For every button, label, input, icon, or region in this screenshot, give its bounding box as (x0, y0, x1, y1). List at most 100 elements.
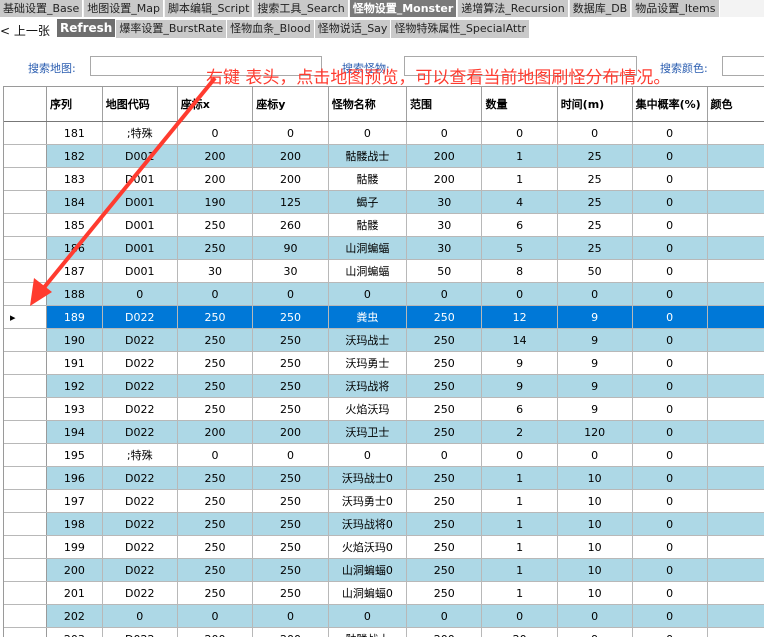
table-cell[interactable]: 0 (632, 283, 707, 306)
table-cell[interactable]: 10 (557, 490, 632, 513)
table-cell[interactable]: D001 (102, 260, 177, 283)
table-cell[interactable]: 0 (632, 444, 707, 467)
table-cell[interactable]: 200 (407, 168, 482, 191)
row-header[interactable] (4, 513, 46, 536)
table-cell[interactable] (707, 375, 764, 398)
table-cell[interactable]: 0 (328, 122, 406, 145)
refresh-button[interactable]: Refresh (57, 19, 115, 37)
table-cell[interactable]: 沃玛勇士0 (328, 490, 406, 513)
table-row[interactable]: ▸189D022250250粪虫2501290 (4, 306, 764, 329)
top-tab[interactable]: 数据库_DB (570, 0, 632, 17)
table-cell[interactable]: 202 (46, 605, 102, 628)
column-header[interactable]: 地图代码 (102, 87, 177, 122)
table-cell[interactable]: 191 (46, 352, 102, 375)
table-cell[interactable]: 201 (46, 582, 102, 605)
table-cell[interactable]: 30 (407, 214, 482, 237)
table-cell[interactable] (707, 421, 764, 444)
table-cell[interactable]: 200 (177, 421, 252, 444)
table-row[interactable]: 184D001190125蝎子304250 (4, 191, 764, 214)
table-cell[interactable]: 196 (46, 467, 102, 490)
table-cell[interactable]: 0 (482, 444, 557, 467)
top-tab[interactable]: 怪物设置_Monster (350, 0, 458, 17)
table-cell[interactable]: 184 (46, 191, 102, 214)
table-cell[interactable]: 250 (253, 352, 328, 375)
table-cell[interactable]: 0 (253, 122, 328, 145)
table-cell[interactable]: 188 (46, 283, 102, 306)
table-cell[interactable]: 0 (632, 605, 707, 628)
row-header[interactable] (4, 260, 46, 283)
column-header[interactable]: 座标y (253, 87, 328, 122)
row-header[interactable] (4, 145, 46, 168)
table-cell[interactable]: 0 (632, 191, 707, 214)
row-header[interactable] (4, 605, 46, 628)
column-header[interactable]: 颜色 (707, 87, 764, 122)
table-cell[interactable]: 骷髅 (328, 168, 406, 191)
table-cell[interactable]: 0 (407, 283, 482, 306)
table-cell[interactable]: 0 (557, 283, 632, 306)
table-cell[interactable]: 250 (253, 375, 328, 398)
top-tab[interactable]: 地图设置_Map (84, 0, 164, 17)
table-cell[interactable]: 250 (253, 559, 328, 582)
table-cell[interactable]: 199 (46, 536, 102, 559)
table-cell[interactable] (707, 582, 764, 605)
table-cell[interactable]: 沃玛勇士 (328, 352, 406, 375)
table-cell[interactable]: 30 (177, 260, 252, 283)
table-cell[interactable]: 250 (407, 536, 482, 559)
table-cell[interactable]: D001 (102, 168, 177, 191)
table-cell[interactable]: 0 (177, 444, 252, 467)
table-cell[interactable]: 1 (482, 559, 557, 582)
table-cell[interactable]: 250 (177, 329, 252, 352)
table-cell[interactable]: 1 (482, 513, 557, 536)
table-cell[interactable]: 0 (253, 283, 328, 306)
sub-tab[interactable]: 怪物特殊属性_SpecialAttr (391, 20, 529, 38)
table-cell[interactable]: D022 (102, 490, 177, 513)
table-cell[interactable]: 250 (253, 329, 328, 352)
table-cell[interactable]: 沃玛战士 (328, 329, 406, 352)
row-header[interactable] (4, 191, 46, 214)
table-cell[interactable]: 250 (407, 329, 482, 352)
table-cell[interactable] (707, 605, 764, 628)
table-cell[interactable]: 0 (482, 122, 557, 145)
table-cell[interactable]: 骷髅 (328, 214, 406, 237)
table-cell[interactable]: 250 (177, 375, 252, 398)
row-header[interactable] (4, 559, 46, 582)
table-cell[interactable]: 250 (407, 352, 482, 375)
table-cell[interactable] (707, 513, 764, 536)
table-cell[interactable]: 250 (407, 559, 482, 582)
table-cell[interactable] (707, 490, 764, 513)
column-header[interactable]: 序列 (46, 87, 102, 122)
table-cell[interactable]: 250 (407, 513, 482, 536)
table-cell[interactable]: D022 (102, 375, 177, 398)
row-header[interactable] (4, 352, 46, 375)
table-cell[interactable]: 1 (482, 490, 557, 513)
table-cell[interactable]: 粪虫 (328, 306, 406, 329)
row-header[interactable] (4, 122, 46, 145)
table-cell[interactable]: 260 (253, 214, 328, 237)
table-cell[interactable]: 0 (328, 444, 406, 467)
table-cell[interactable]: 250 (407, 306, 482, 329)
table-cell[interactable]: 0 (632, 398, 707, 421)
table-cell[interactable]: 0 (557, 444, 632, 467)
table-row[interactable]: 185D001250260骷髅306250 (4, 214, 764, 237)
table-cell[interactable] (707, 559, 764, 582)
table-cell[interactable] (707, 444, 764, 467)
row-header[interactable] (4, 237, 46, 260)
table-cell[interactable]: 0 (632, 329, 707, 352)
table-cell[interactable]: 200 (253, 168, 328, 191)
table-cell[interactable]: 250 (407, 490, 482, 513)
table-cell[interactable]: 181 (46, 122, 102, 145)
table-row[interactable]: 194D022200200沃玛卫士25021200 (4, 421, 764, 444)
table-cell[interactable]: 250 (177, 352, 252, 375)
table-cell[interactable]: 1 (482, 582, 557, 605)
table-cell[interactable] (707, 237, 764, 260)
table-cell[interactable]: ;特殊 (102, 444, 177, 467)
table-cell[interactable]: 0 (632, 490, 707, 513)
table-cell[interactable]: 9 (557, 398, 632, 421)
top-tab[interactable]: 脚本编辑_Script (165, 0, 253, 17)
table-cell[interactable]: 0 (632, 536, 707, 559)
table-cell[interactable]: 12 (482, 306, 557, 329)
table-cell[interactable]: 0 (632, 421, 707, 444)
table-cell[interactable]: 0 (632, 467, 707, 490)
table-cell[interactable]: 190 (177, 191, 252, 214)
table-cell[interactable]: 0 (632, 352, 707, 375)
